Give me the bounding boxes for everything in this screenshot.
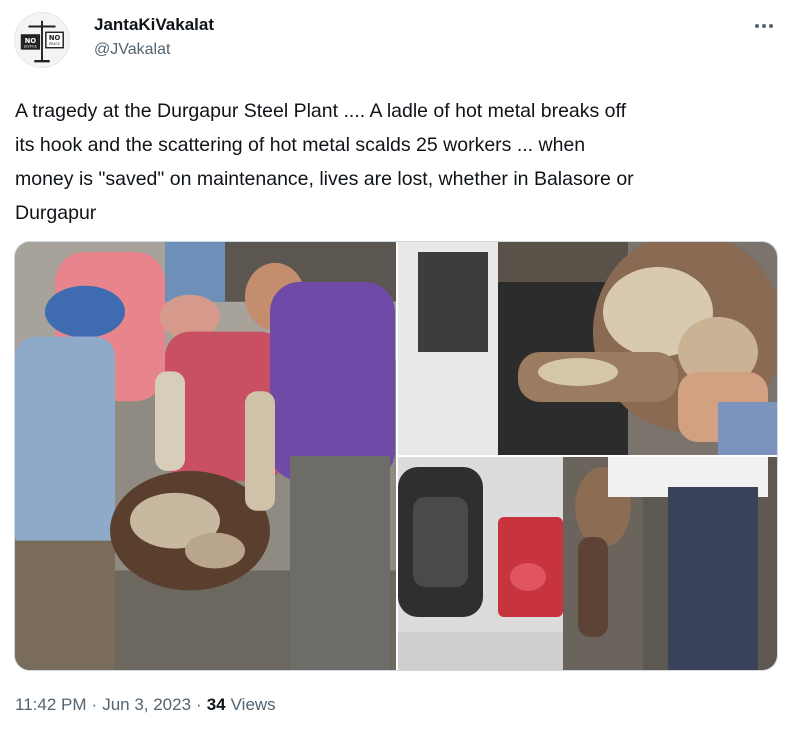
svg-text:JUSTICE: JUSTICE — [23, 45, 37, 49]
views-label: Views — [230, 695, 276, 714]
tweet-text: A tragedy at the Durgapur Steel Plant ..… — [15, 100, 634, 224]
views-count: 34 — [206, 695, 226, 714]
photo-left[interactable] — [15, 242, 396, 670]
svg-text:NO: NO — [25, 37, 37, 45]
tweet-date[interactable]: Jun 3, 2023 — [102, 695, 191, 715]
more-options-icon[interactable] — [752, 14, 776, 38]
burned-arm-at-vehicle-photo — [398, 242, 777, 455]
photo-top-right[interactable] — [398, 242, 777, 455]
author-name[interactable]: JantaKiVakalat — [94, 15, 214, 35]
svg-text:NO: NO — [49, 34, 61, 42]
no-justice-no-peace-logo: NO JUSTICE NO PEACE — [15, 13, 69, 67]
injured-worker-by-vehicle-photo — [398, 457, 777, 670]
workers-carrying-injured-photo — [15, 242, 396, 670]
meta-separator: · — [196, 695, 202, 714]
media-grid — [14, 241, 778, 671]
author-handle[interactable]: @JVakalat — [94, 41, 170, 59]
author-avatar[interactable]: NO JUSTICE NO PEACE — [14, 12, 70, 68]
svg-text:PEACE: PEACE — [49, 42, 60, 46]
meta-separator: · — [91, 695, 98, 714]
photo-bottom-right[interactable] — [398, 457, 777, 670]
tweet-meta: 11:42 PM · Jun 3, 2023 · 34 Views — [15, 695, 276, 715]
tweet-time[interactable]: 11:42 PM — [15, 695, 87, 715]
